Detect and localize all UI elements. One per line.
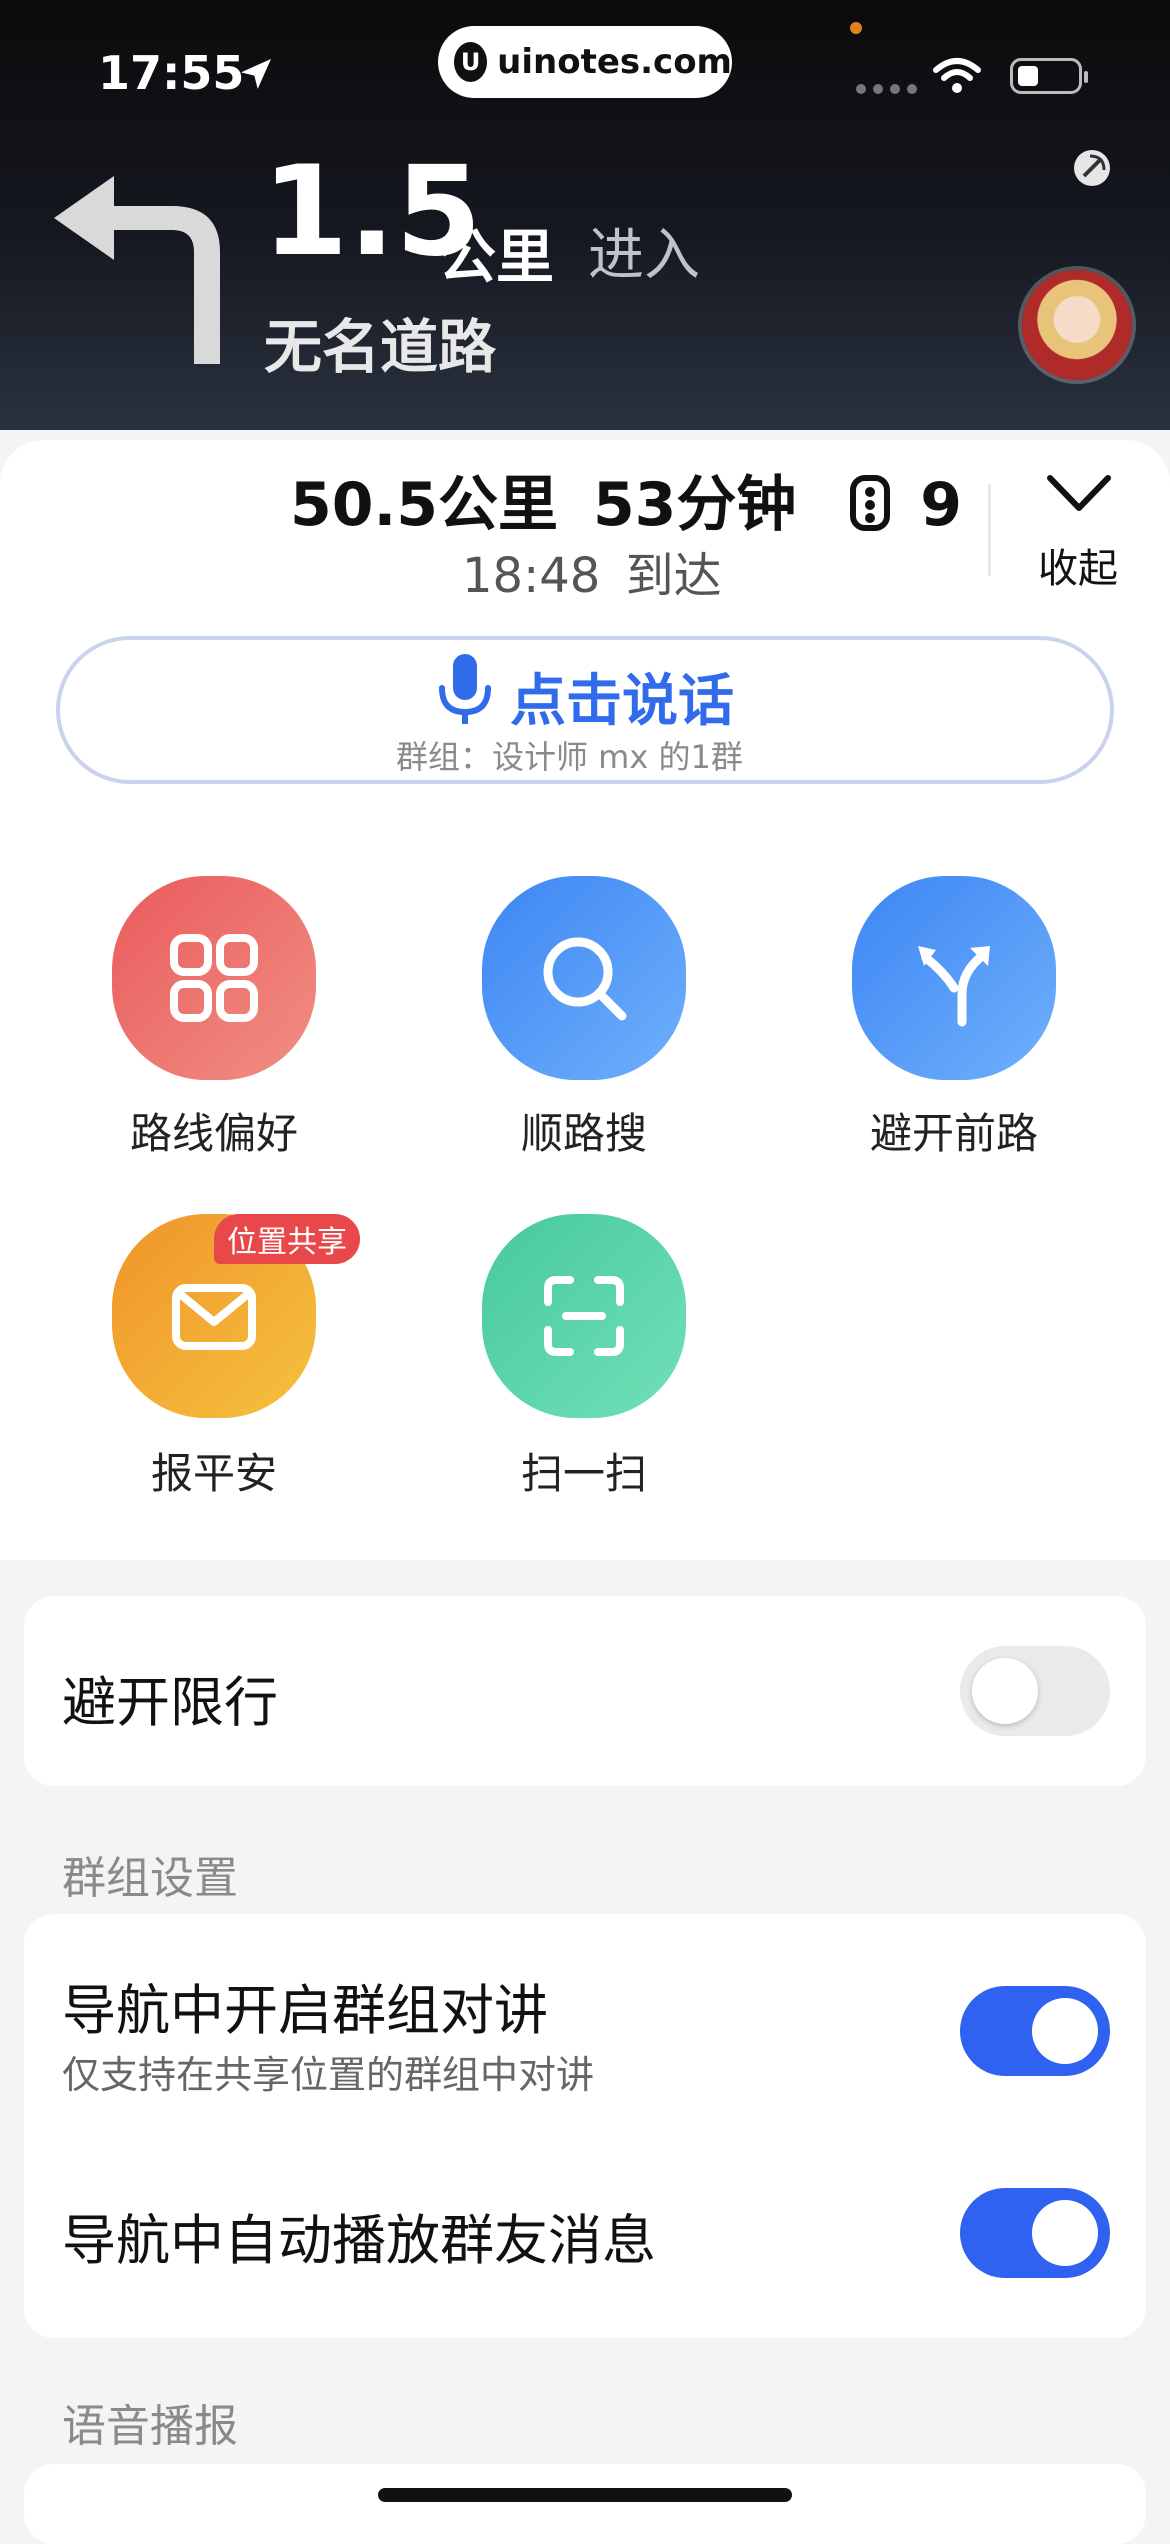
- grid-icon: [170, 934, 258, 1022]
- auto-play-toggle[interactable]: [960, 2188, 1110, 2278]
- group-talk-toggle[interactable]: [960, 1986, 1110, 2076]
- collapse-button[interactable]: 收起: [1038, 536, 1118, 594]
- arrival-info: 18:48 到达: [462, 536, 722, 606]
- avoid-restriction-label: 避开限行: [62, 1671, 278, 1734]
- avoid-restriction-toggle[interactable]: [960, 1646, 1110, 1736]
- distance-unit: 公里: [438, 223, 555, 291]
- status-time: 17:55: [98, 46, 245, 100]
- group-section-title: 群组设置: [62, 1853, 238, 1904]
- scan-icon: [544, 1276, 624, 1356]
- arrival-suffix: 到达: [625, 548, 722, 604]
- voice-settings-card: [24, 2464, 1146, 2544]
- avoid-road-ahead-button[interactable]: [852, 876, 1056, 1080]
- location-share-badge: 位置共享: [214, 1214, 360, 1264]
- url-text: uinotes.com: [497, 42, 732, 82]
- traffic-light-icon: [850, 475, 891, 531]
- envelope-icon: [172, 1284, 256, 1350]
- group-settings-card: 导航中开启群组对讲 仅支持在共享位置的群组中对讲 导航中自动播放群友消息: [24, 1914, 1146, 2338]
- auto-play-label: 导航中自动播放群友消息: [62, 2209, 656, 2272]
- site-logo-icon: U: [454, 42, 488, 82]
- avoid-road-ahead-label: 避开前路: [869, 1109, 1038, 1158]
- road-name: 无名道路: [264, 313, 497, 381]
- cellular-signal-icon: [856, 84, 917, 94]
- route-distance: 50.5公里: [290, 470, 559, 540]
- voice-section-title: 语音播报: [62, 2401, 238, 2452]
- traffic-light-count: 9: [920, 470, 962, 540]
- scan-button[interactable]: [482, 1214, 686, 1418]
- talk-label: 点击说话: [510, 669, 734, 734]
- along-route-search-label: 顺路搜: [520, 1109, 647, 1158]
- report-safe-label: 报平安: [150, 1449, 277, 1498]
- camera-indicator: [850, 22, 862, 34]
- url-pill[interactable]: U uinotes.com: [438, 26, 732, 98]
- talk-group-caption: 群组：设计师 mx 的1群: [396, 738, 743, 776]
- home-indicator[interactable]: [378, 2488, 792, 2502]
- microphone-icon: [439, 654, 491, 724]
- route-summary: 50.5公里 53分钟 9: [290, 456, 962, 543]
- chevron-down-icon[interactable]: [1046, 474, 1112, 514]
- route-preference-label: 路线偏好: [129, 1109, 298, 1158]
- turn-action: 进入: [588, 223, 700, 288]
- navigation-header: 17:55 U uinotes.com 1.5 公里 进入 无名道路: [0, 0, 1170, 430]
- arrival-time: 18:48: [462, 548, 601, 604]
- turn-left-arrow-icon: [54, 176, 220, 364]
- summary-divider: [988, 484, 991, 576]
- location-arrow-icon: [241, 59, 271, 89]
- avoid-restriction-card: 避开限行: [24, 1596, 1146, 1786]
- route-preference-button[interactable]: [112, 876, 316, 1080]
- split-road-icon: [918, 946, 990, 1027]
- search-icon: [543, 937, 627, 1021]
- wifi-icon: [933, 58, 981, 93]
- group-talk-label: 导航中开启群组对讲: [62, 1979, 548, 2042]
- group-talk-subtitle: 仅支持在共享位置的群组中对讲: [62, 2053, 595, 2097]
- user-avatar[interactable]: [1022, 270, 1132, 380]
- along-route-search-button[interactable]: [482, 876, 686, 1080]
- battery-icon: [1010, 58, 1088, 94]
- gps-signal-icon: [1074, 150, 1110, 186]
- scan-label: 扫一扫: [520, 1449, 647, 1498]
- route-duration: 53分钟: [592, 470, 797, 540]
